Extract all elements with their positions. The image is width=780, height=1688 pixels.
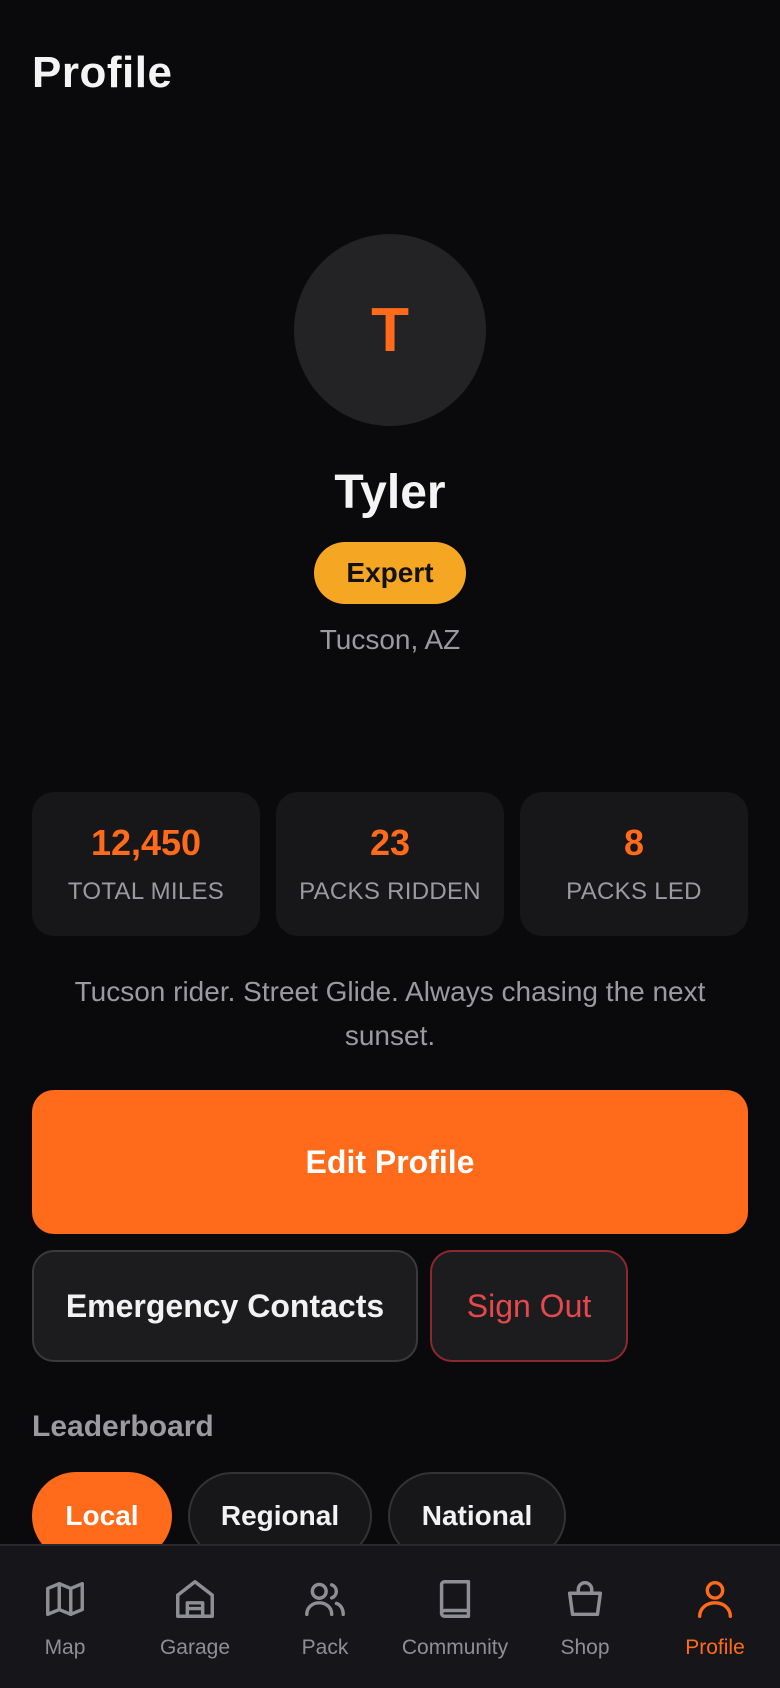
edit-profile-button[interactable]: Edit Profile [32, 1090, 748, 1234]
tab-label: Profile [685, 1636, 745, 1659]
tab-label: Community [401, 1636, 509, 1659]
book-icon [439, 1580, 471, 1618]
bottom-tab-bar: Map Garage Pack Community Shop Profile [0, 1544, 780, 1688]
stat-label: TOTAL MILES [67, 878, 225, 905]
stats-row: 12,450 TOTAL MILES 23 PACKS RIDDEN 8 PAC… [32, 792, 748, 936]
stat-value: 23 [369, 822, 411, 863]
stat-label: PACKS RIDDEN [299, 878, 481, 905]
tab-label: Map [44, 1636, 86, 1659]
garage-icon [176, 1580, 214, 1618]
shopping-bag-icon [567, 1581, 603, 1617]
page-title: Profile [32, 48, 173, 97]
tab-community[interactable]: Community [390, 1546, 520, 1688]
secondary-actions: Emergency Contacts Sign Out [32, 1250, 628, 1362]
tab-profile[interactable]: Profile [650, 1546, 780, 1688]
stat-card-packs-led: 8 PACKS LED [520, 792, 748, 936]
profile-location: Tucson, AZ [319, 624, 461, 655]
user-icon [697, 1580, 733, 1618]
tab-label: Pack [301, 1636, 349, 1659]
emergency-contacts-button[interactable]: Emergency Contacts [32, 1250, 418, 1362]
level-badge: Expert [314, 542, 466, 604]
avatar-initial: T [371, 295, 409, 365]
users-icon [305, 1582, 345, 1617]
map-icon [46, 1581, 84, 1617]
stat-card-packs-ridden: 23 PACKS RIDDEN [276, 792, 504, 936]
avatar[interactable]: T [294, 234, 486, 426]
tab-shop[interactable]: Shop [520, 1546, 650, 1688]
tab-garage[interactable]: Garage [130, 1546, 260, 1688]
tab-label: Shop [560, 1636, 610, 1659]
leaderboard-heading: Leaderboard [32, 1410, 214, 1443]
profile-bio: Tucson rider. Street Glide. Always chasi… [74, 976, 706, 1051]
tab-map[interactable]: Map [0, 1546, 130, 1688]
stat-value: 12,450 [90, 822, 202, 863]
profile-screen: Profile T Tyler Expert Tucson, AZ 12,450… [0, 0, 780, 1688]
stat-label: PACKS LED [566, 878, 702, 905]
profile-name: Tyler [334, 466, 446, 519]
tab-label: Garage [159, 1636, 231, 1659]
stat-card-total-miles: 12,450 TOTAL MILES [32, 792, 260, 936]
tab-pack[interactable]: Pack [260, 1546, 390, 1688]
stat-value: 8 [623, 822, 645, 863]
sign-out-button[interactable]: Sign Out [430, 1250, 628, 1362]
